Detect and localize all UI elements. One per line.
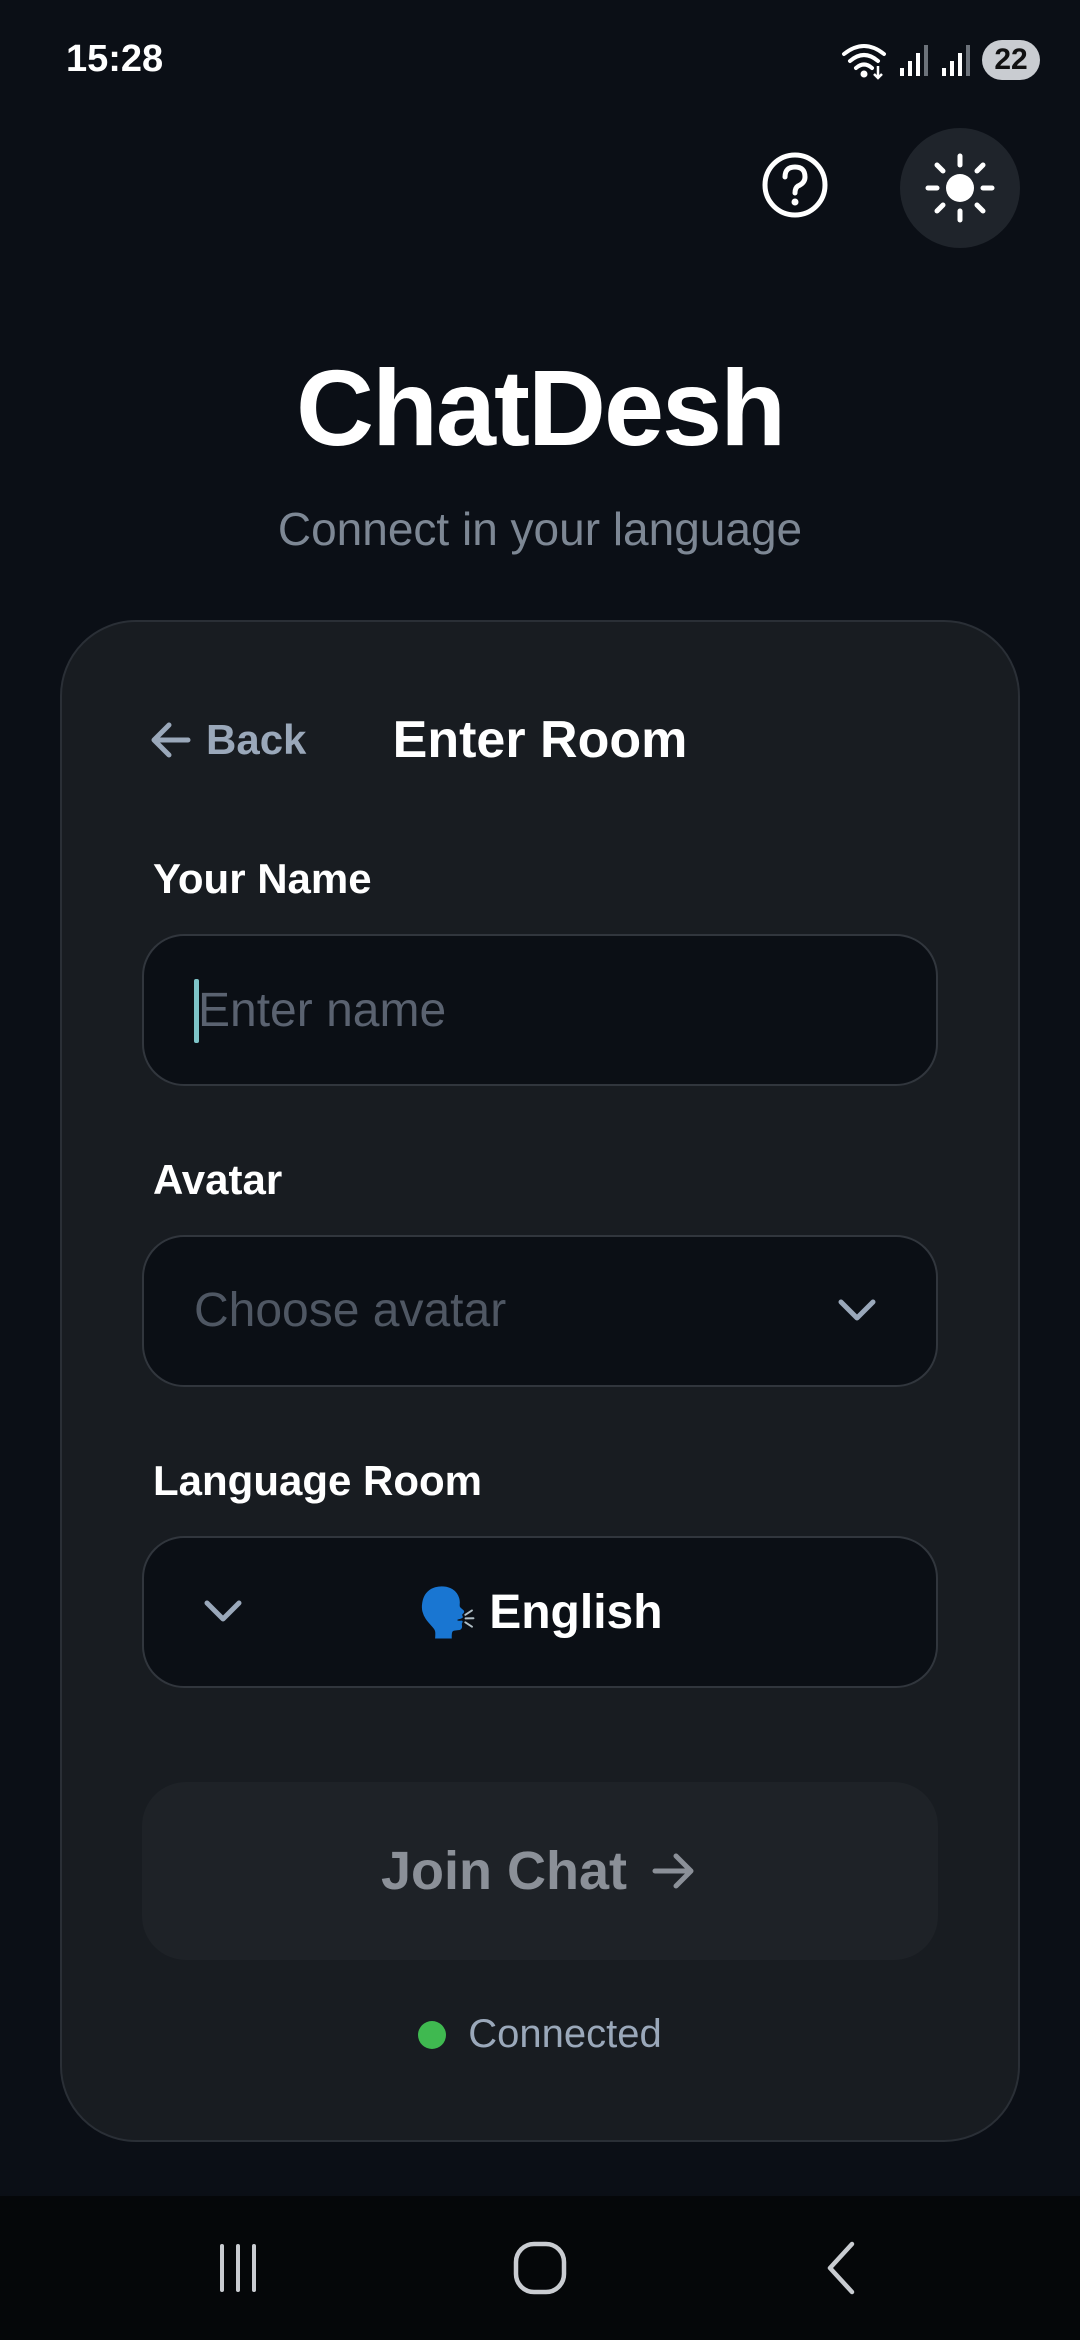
status-time: 15:28: [66, 38, 164, 80]
name-input[interactable]: [194, 936, 888, 1084]
back-icon: [827, 2241, 855, 2295]
language-room-label: Language Room: [153, 1457, 483, 1504]
recent-apps-icon: [220, 2244, 256, 2292]
language-name: English: [489, 1585, 663, 1639]
connection-status: Connected: [0, 2012, 1080, 2057]
avatar-select[interactable]: Choose avatar: [142, 1235, 938, 1387]
status-bar: 15:28 22: [0, 0, 1080, 120]
join-chat-button[interactable]: Join Chat: [142, 1782, 938, 1960]
language-value: 🗣️ English: [144, 1538, 936, 1686]
status-dot-icon: [418, 2020, 447, 2049]
battery-indicator: 22: [982, 40, 1040, 80]
language-room-select[interactable]: 🗣️ English: [142, 1536, 938, 1688]
join-chat-label: Join Chat: [380, 1841, 627, 1901]
wifi-icon: [842, 44, 886, 80]
app-subtitle: Connect in your language: [277, 503, 803, 555]
home-button[interactable]: [500, 2232, 580, 2304]
help-circle-icon: [762, 152, 828, 218]
recent-apps-button[interactable]: [198, 2232, 278, 2304]
card-title: Enter Room: [392, 711, 688, 769]
text-caret: [194, 979, 199, 1043]
name-label: Your Name: [153, 855, 372, 902]
arrow-right-icon: [652, 1853, 694, 1889]
avatar-placeholder: Choose avatar: [194, 1284, 507, 1337]
avatar-label: Avatar: [153, 1156, 283, 1203]
system-nav-bar: [0, 2196, 1080, 2340]
sun-icon: [925, 153, 995, 223]
chevron-down-icon: [838, 1299, 876, 1321]
connection-status-label: Connected: [468, 2012, 662, 2056]
signal-icon: [942, 45, 970, 76]
app-title: ChatDesh: [295, 347, 786, 468]
home-icon: [513, 2241, 567, 2295]
status-icons: 22: [840, 38, 1040, 82]
theme-toggle-button[interactable]: [900, 128, 1020, 248]
help-button[interactable]: [750, 140, 840, 230]
nav-back-button[interactable]: [804, 2232, 884, 2304]
name-field[interactable]: [142, 934, 938, 1086]
signal-icon: [900, 45, 928, 76]
speaking-head-icon: 🗣️: [417, 1586, 478, 1640]
